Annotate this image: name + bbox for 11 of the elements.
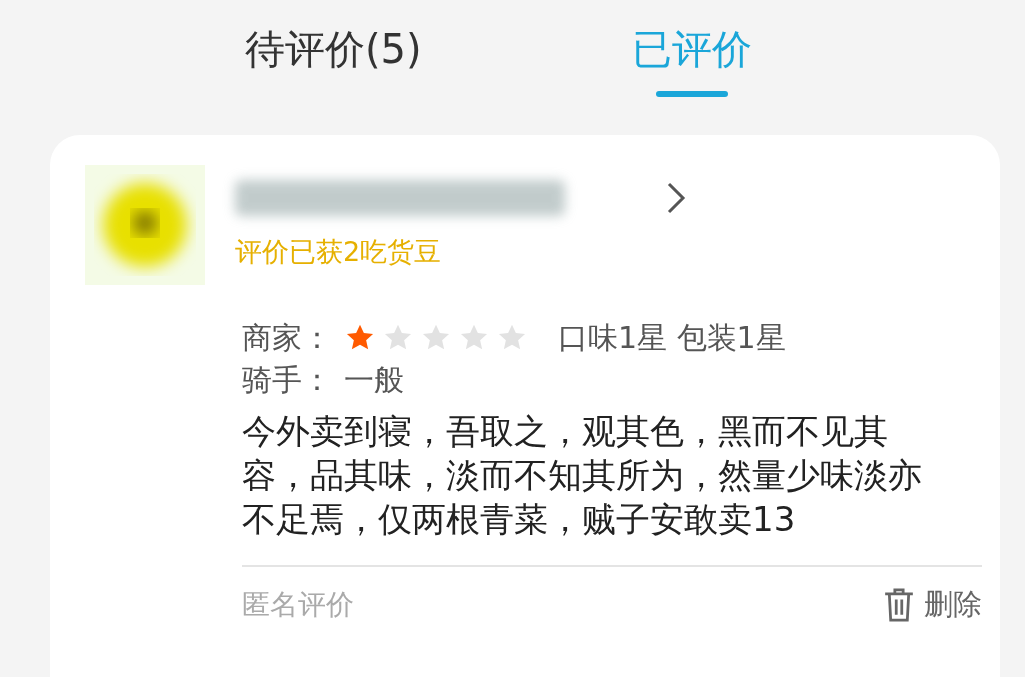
rating-detail: 口味1星 包装1星 bbox=[558, 318, 786, 357]
rider-label: 骑手： bbox=[242, 360, 332, 399]
delete-button[interactable]: 删除 bbox=[882, 585, 982, 625]
reward-text: 评价已获2吃货豆 bbox=[235, 235, 443, 269]
merchant-label: 商家： bbox=[242, 318, 332, 357]
review-text: 今外卖到寝，吾取之，观其色，黑而不见其容，品其味，淡而不知其所为，然量少味淡亦不足焉，仅两根青菜，贼子安敢卖13 bbox=[242, 410, 923, 541]
trash-icon bbox=[882, 587, 916, 623]
tab[interactable]: 待评价(5) bbox=[245, 0, 422, 110]
chevron-icon[interactable] bbox=[665, 180, 687, 216]
rider-rating: 一般 bbox=[344, 360, 404, 399]
anonymous-label: 匿名评价 bbox=[242, 587, 354, 623]
